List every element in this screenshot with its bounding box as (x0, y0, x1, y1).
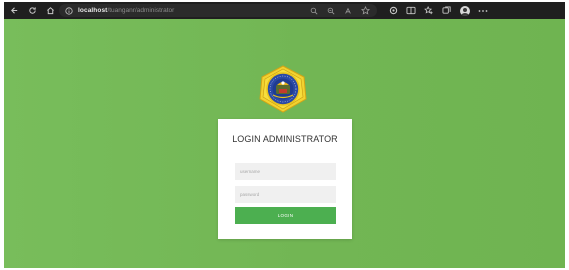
browser-window: localhost/tuanganr/administrator LOGIN A… (4, 2, 565, 268)
zoom-icon[interactable] (308, 5, 320, 17)
url-path: /tuanganr/administrator (107, 7, 175, 14)
page-content: LOGIN ADMINISTRATOR LOGIN (4, 19, 565, 268)
login-title: LOGIN ADMINISTRATOR (232, 134, 338, 144)
institution-logo (257, 64, 309, 114)
split-screen-icon[interactable] (405, 5, 417, 17)
collections-icon[interactable] (441, 5, 453, 17)
info-icon[interactable] (64, 6, 74, 16)
browser-right-toolbar (387, 2, 489, 19)
username-input[interactable] (235, 163, 336, 180)
star-icon[interactable] (359, 5, 371, 17)
address-bar-actions (308, 4, 371, 17)
login-card: LOGIN ADMINISTRATOR LOGIN (218, 119, 352, 239)
reload-icon[interactable] (25, 4, 39, 18)
back-arrow-icon[interactable] (7, 4, 21, 18)
search-icon[interactable] (325, 5, 337, 17)
home-icon[interactable] (43, 4, 57, 18)
url-host: localhost (78, 7, 108, 14)
favorites-icon[interactable] (423, 5, 435, 17)
login-button[interactable]: LOGIN (235, 207, 336, 224)
address-bar[interactable]: localhost/tuanganr/administrator (59, 4, 377, 17)
profile-icon[interactable] (459, 5, 471, 17)
more-icon[interactable] (477, 5, 489, 17)
extensions-icon[interactable] (387, 5, 399, 17)
password-input[interactable] (235, 186, 336, 203)
read-aloud-icon[interactable] (342, 5, 354, 17)
browser-toolbar: localhost/tuanganr/administrator (4, 2, 565, 19)
avatar[interactable] (460, 5, 470, 16)
